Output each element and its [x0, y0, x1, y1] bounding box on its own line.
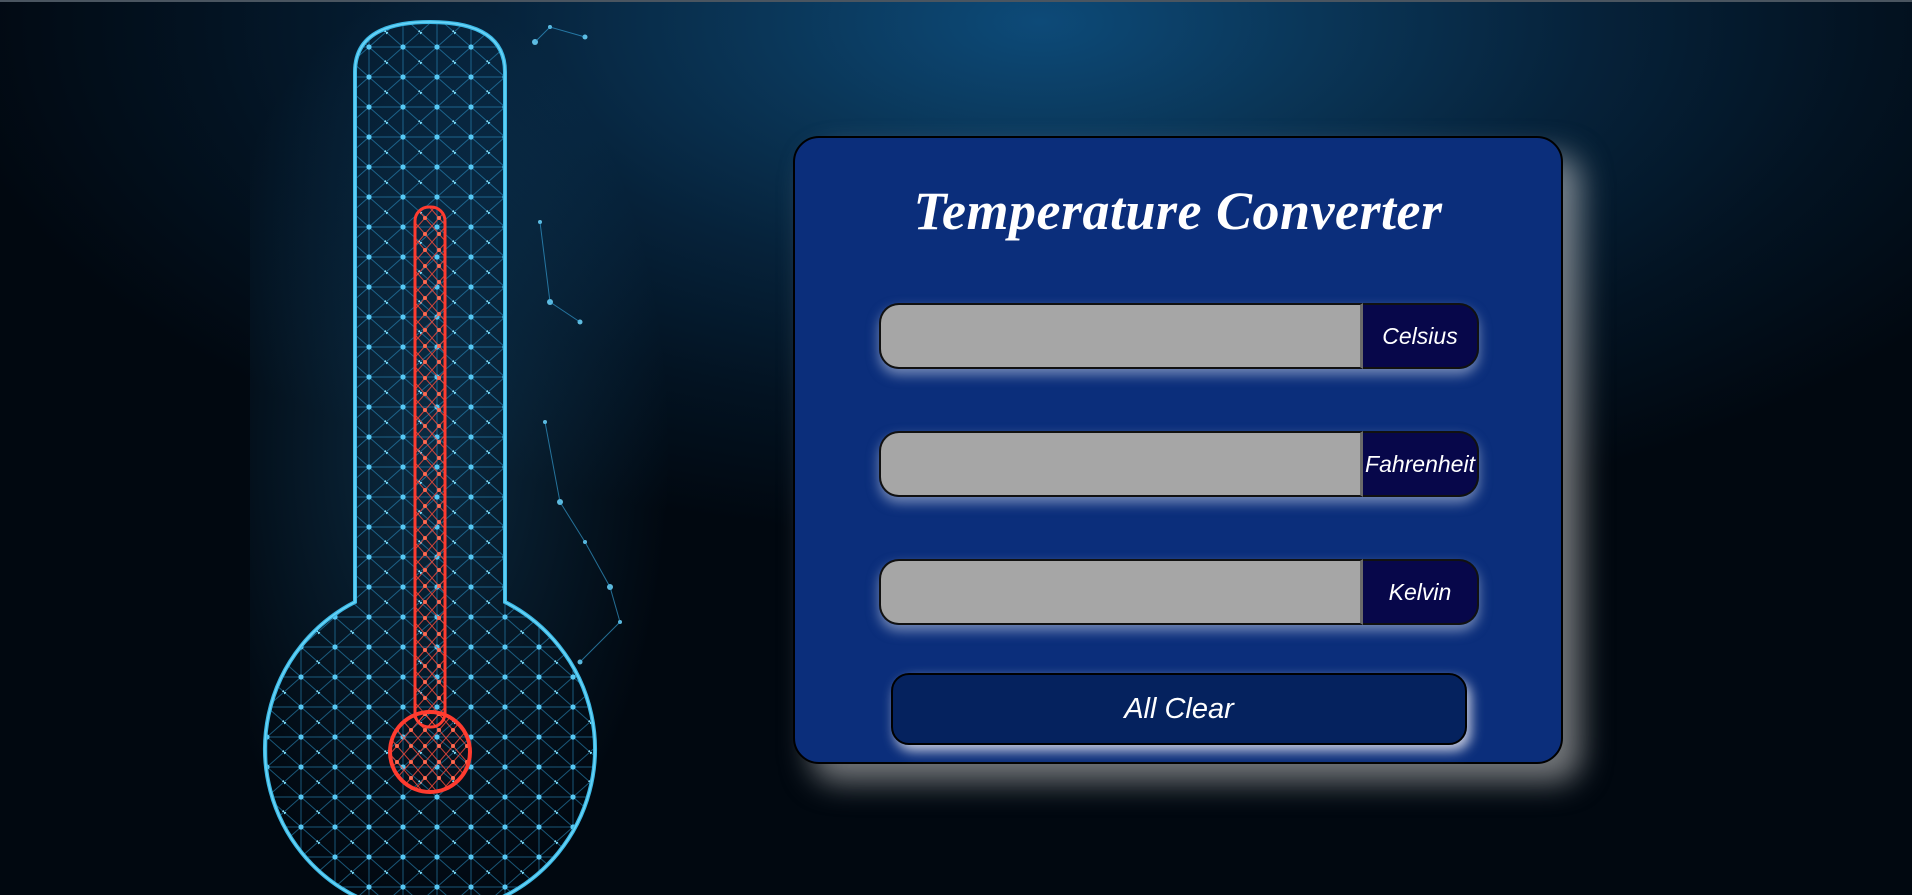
celsius-input[interactable]: [879, 303, 1363, 369]
celsius-row: Celsius: [879, 303, 1479, 369]
fahrenheit-label: Fahrenheit: [1363, 431, 1479, 497]
fahrenheit-row: Fahrenheit: [879, 431, 1479, 497]
thermometer-illustration-icon: [250, 2, 670, 895]
page-background: Temperature Converter Celsius Fahrenheit…: [0, 0, 1912, 895]
kelvin-row: Kelvin: [879, 559, 1479, 625]
kelvin-input[interactable]: [879, 559, 1363, 625]
page-title: Temperature Converter: [913, 181, 1443, 241]
kelvin-label: Kelvin: [1363, 559, 1479, 625]
celsius-label: Celsius: [1363, 303, 1479, 369]
converter-panel: Temperature Converter Celsius Fahrenheit…: [793, 136, 1563, 764]
all-clear-button[interactable]: All Clear: [891, 673, 1467, 745]
fahrenheit-input[interactable]: [879, 431, 1363, 497]
